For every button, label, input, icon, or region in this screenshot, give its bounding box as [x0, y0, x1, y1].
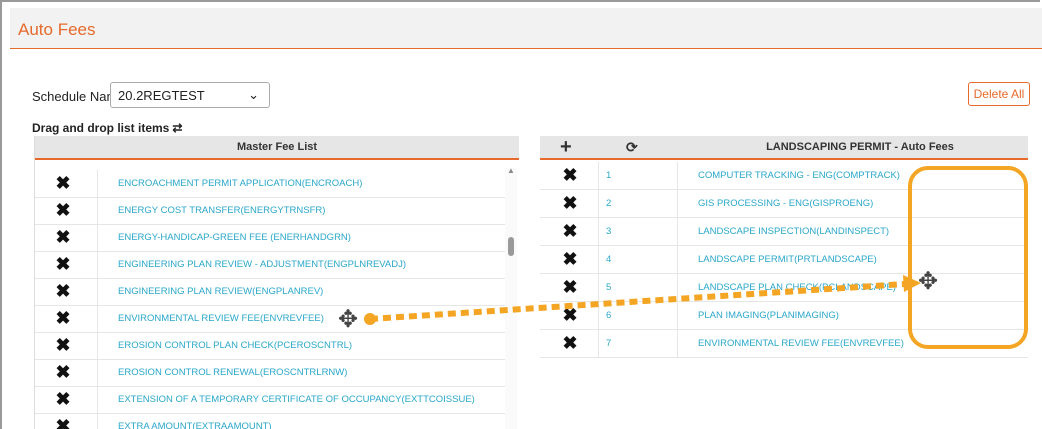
drag-start-dot: [364, 313, 376, 325]
drag-path-arrow: [369, 281, 906, 322]
move-cursor-icon: ✥: [338, 306, 359, 333]
drag-annotation-overlay: [364, 275, 921, 325]
move-cursor-icon: ✥: [918, 268, 939, 295]
drop-target-highlight: [908, 166, 1028, 349]
